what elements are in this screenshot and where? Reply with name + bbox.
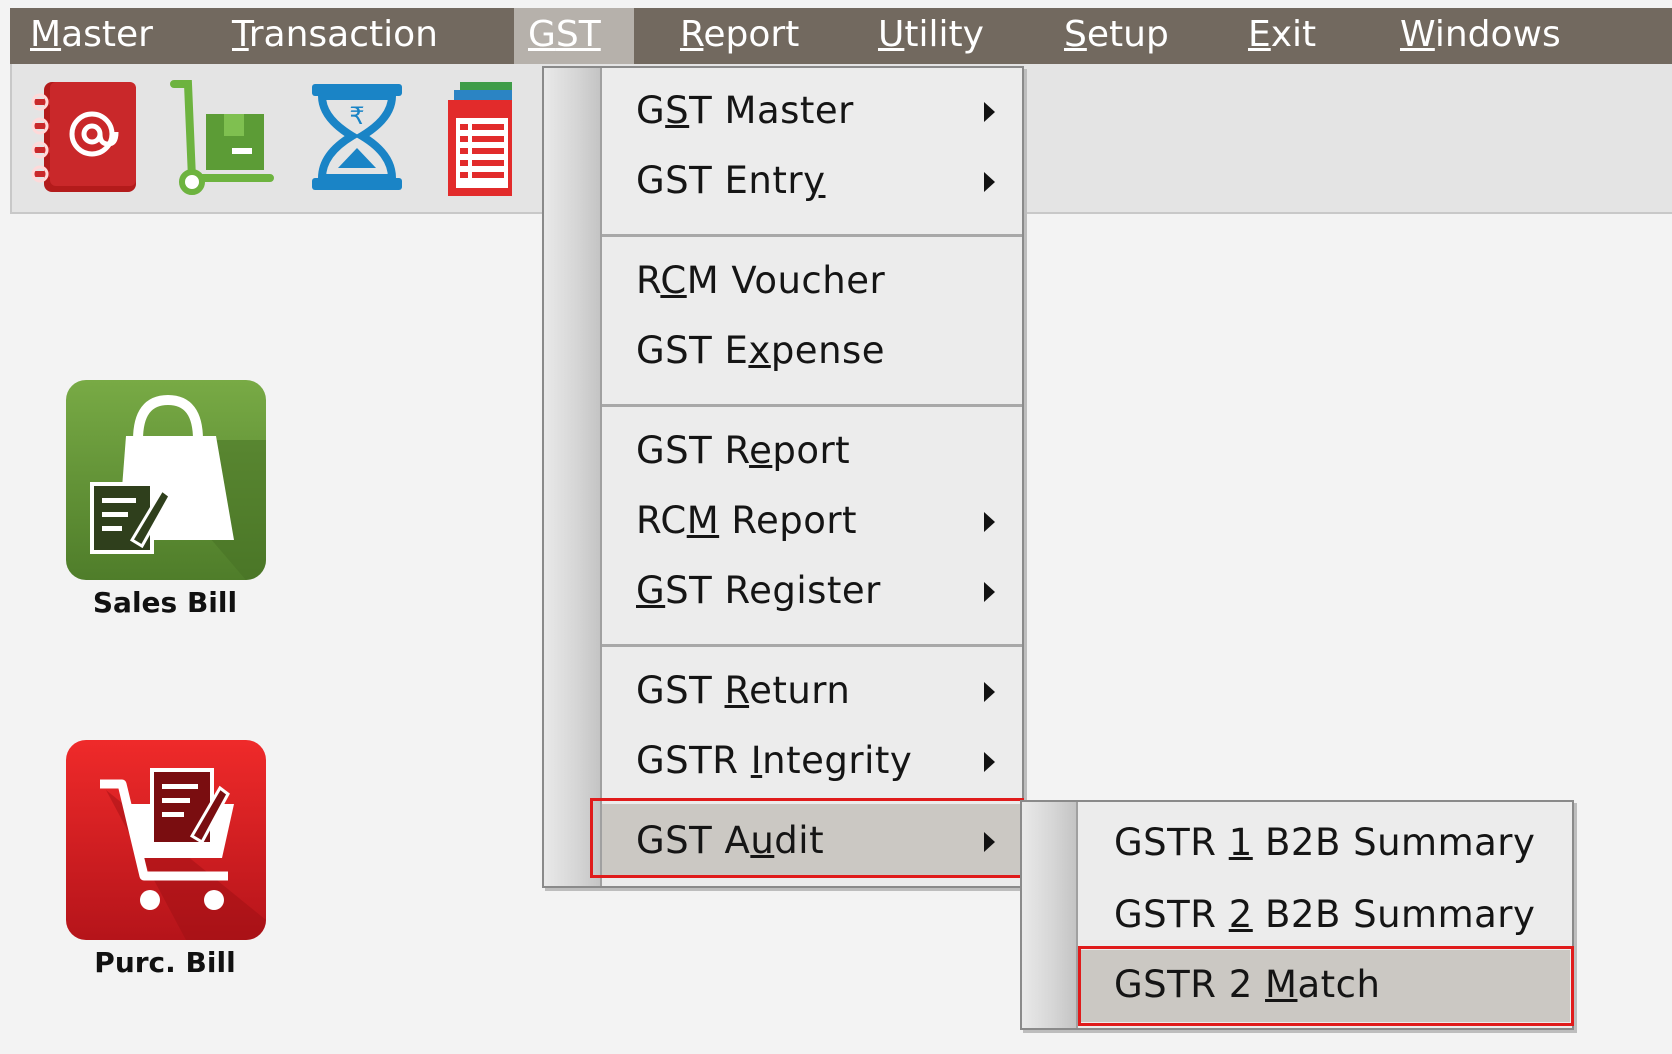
menu-item-gstr1-b2b-summary[interactable]: GSTR 1 B2B Summary [1114,808,1535,878]
menu-report[interactable]: Report [666,8,813,64]
menu-separator [602,644,1022,647]
menu-item-gst-expense[interactable]: GST Expense [636,316,885,386]
menu-master[interactable]: Master [16,8,167,64]
submenu-arrow-icon [984,582,995,602]
menu-item-rcm-report[interactable]: RCM Report [636,486,857,556]
hourglass-rupee-icon[interactable]: ₹ [302,78,412,198]
menu-item-gstr-integrity[interactable]: GSTR Integrity [636,726,912,796]
menu-item-gstr2-b2b-summary[interactable]: GSTR 2 B2B Summary [1114,880,1535,950]
purc-bill-icon[interactable] [66,740,266,940]
menu-bar: Master Transaction GST Report Utility Se… [10,8,1672,64]
menu-item-gst-report[interactable]: GST Report [636,416,850,486]
purc-bill-label: Purc. Bill [94,946,236,979]
submenu-arrow-icon [984,682,995,702]
gst-menu-gutter [544,68,602,886]
address-book-icon[interactable] [30,78,140,198]
menu-exit[interactable]: Exit [1234,8,1330,64]
highlight-box-gstr2-match [1078,946,1574,1026]
sales-bill-icon[interactable] [66,380,266,580]
menu-gst[interactable]: GST [514,8,634,64]
svg-text:₹: ₹ [349,102,364,130]
menu-item-gst-return[interactable]: GST Return [636,656,850,726]
menu-separator [602,234,1022,237]
menu-item-gst-entry[interactable]: GST Entry [636,146,825,216]
sales-bill-label: Sales Bill [92,586,238,619]
submenu-arrow-icon [984,172,995,192]
submenu-arrow-icon [984,752,995,772]
menu-transaction[interactable]: Transaction [218,8,452,64]
submenu-arrow-icon [984,512,995,532]
menu-item-rcm-voucher[interactable]: RCM Voucher [636,246,885,316]
highlight-box-gst-audit [590,798,1024,878]
menu-item-gst-register[interactable]: GST Register [636,556,881,626]
submenu-arrow-icon [984,102,995,122]
report-list-icon[interactable] [432,78,512,198]
submenu-gutter [1022,802,1078,1028]
menu-windows[interactable]: Windows [1386,8,1575,64]
menu-setup[interactable]: Setup [1050,8,1183,64]
menu-item-gst-master[interactable]: GST Master [636,76,854,146]
menu-separator [602,404,1022,407]
gst-menu: GST Master GST Entry RCM Voucher GST Exp… [542,66,1024,888]
menu-utility[interactable]: Utility [864,8,998,64]
trolley-icon[interactable] [170,78,280,198]
